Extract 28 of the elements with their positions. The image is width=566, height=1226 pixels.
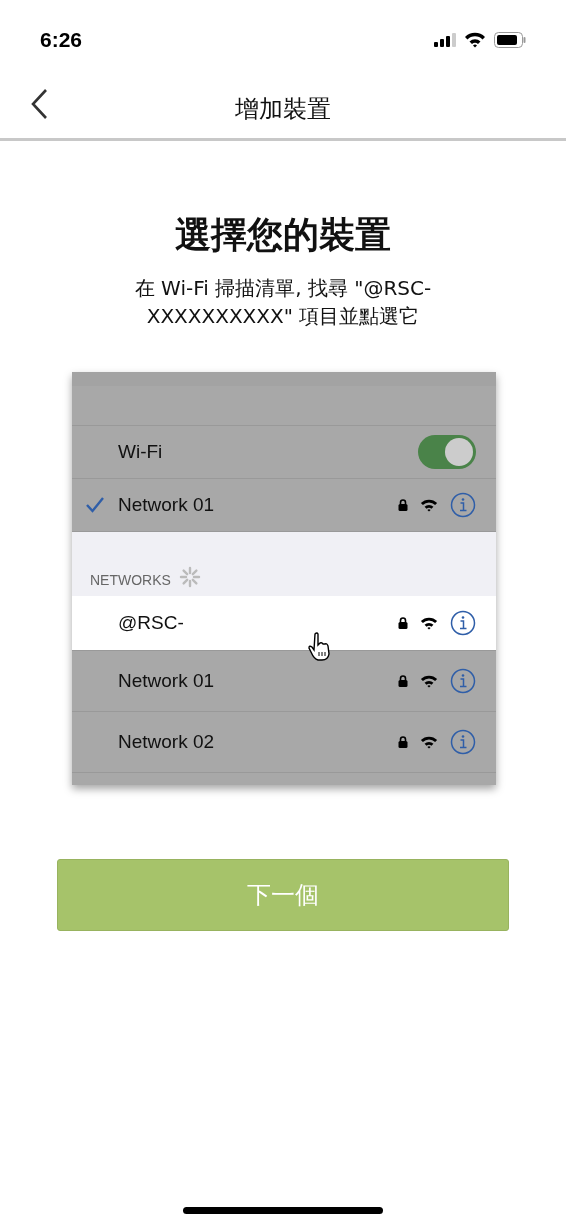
network-name: Network 02 <box>118 731 216 753</box>
wifi-icon <box>420 498 438 512</box>
wifi-icon <box>420 735 438 749</box>
network-name: Network 01 <box>118 670 216 692</box>
wifi-icon <box>464 32 486 48</box>
lock-icon <box>398 499 408 511</box>
next-button[interactable]: 下一個 <box>57 859 509 931</box>
lock-icon <box>398 736 408 748</box>
status-time: 6:26 <box>40 28 83 52</box>
wifi-icon <box>420 616 438 630</box>
wifi-label: Wi-Fi <box>118 441 164 463</box>
signal-icon <box>434 33 456 47</box>
wifi-icon <box>420 674 438 688</box>
info-icon <box>450 492 476 518</box>
info-icon <box>450 668 476 694</box>
section-label: NETWORKS <box>90 572 171 588</box>
lock-icon <box>398 617 408 629</box>
network-name: @RSC- <box>118 612 185 634</box>
battery-icon <box>494 32 526 48</box>
spinner-icon <box>178 566 201 588</box>
lock-icon <box>398 675 408 687</box>
heading: 選擇您的裝置 <box>174 213 392 257</box>
info-icon <box>450 610 476 636</box>
info-icon <box>450 729 476 755</box>
page-title: 增加裝置 <box>235 94 331 125</box>
back-icon[interactable] <box>30 88 48 120</box>
network-name: Network 01 <box>118 494 216 516</box>
instructions: 在 Wi-Fi 掃描清單, 找尋 "@RSC-XXXXXXXXXX" 項目並點選它 <box>133 275 433 330</box>
